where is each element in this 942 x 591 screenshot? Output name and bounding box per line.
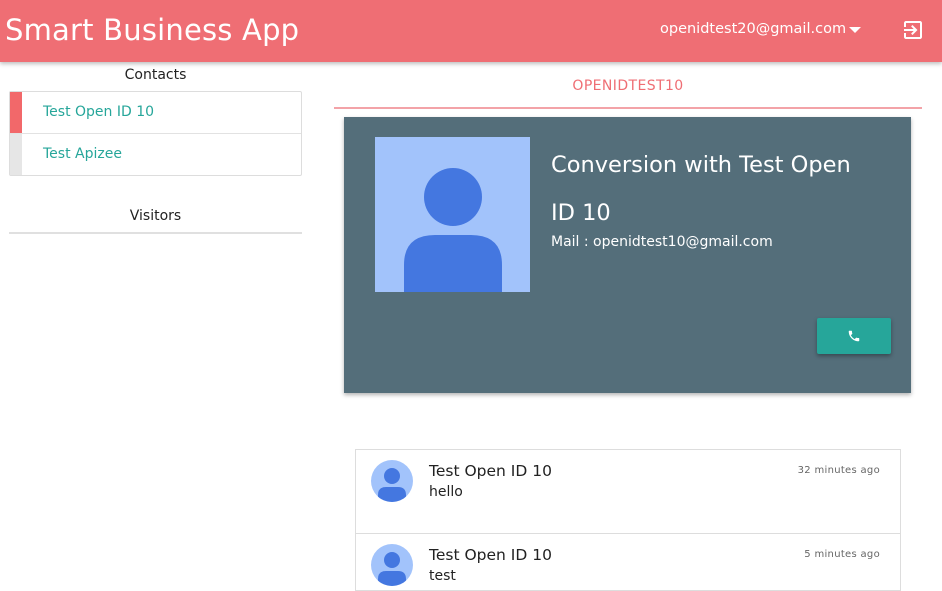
contacts-heading: Contacts (124, 67, 187, 83)
logout-icon[interactable] (901, 18, 925, 42)
contact-name: Test Apizee (43, 146, 122, 162)
avatar-placeholder-icon (375, 137, 530, 292)
message-item: Test Open ID 10 test 5 minutes ago (356, 534, 900, 590)
contact-profile-card: Conversion with Test Open ID 10 Mail : o… (344, 117, 911, 393)
contact-name: Test Open ID 10 (43, 104, 155, 120)
message-time: 5 minutes ago (804, 549, 880, 560)
message-item: Test Open ID 10 hello 32 minutes ago (356, 450, 900, 534)
message-time: 32 minutes ago (797, 465, 880, 476)
tab-openidtest10[interactable]: OPENIDTEST10 (334, 78, 922, 94)
avatar (371, 544, 413, 586)
caret-down-icon[interactable] (849, 27, 861, 33)
app-header: Smart Business App openidtest20@gmail.co… (0, 0, 942, 62)
message-text: hello (429, 484, 463, 500)
visitors-heading: Visitors (129, 208, 182, 224)
message-list: Test Open ID 10 hello 32 minutes ago Tes… (355, 449, 901, 591)
app-title: Smart Business App (5, 13, 300, 47)
message-author: Test Open ID 10 (429, 546, 552, 564)
message-author: Test Open ID 10 (429, 462, 552, 480)
contact-item-test-open-id-10[interactable]: Test Open ID 10 (10, 92, 301, 134)
phone-icon (848, 330, 860, 342)
profile-title: Conversion with Test Open ID 10 (551, 152, 851, 226)
active-indicator (10, 92, 22, 133)
contact-list: Test Open ID 10 Test Apizee (9, 91, 302, 176)
tab-indicator (334, 107, 922, 109)
avatar (371, 460, 413, 502)
call-button[interactable] (817, 318, 891, 354)
contact-item-test-apizee[interactable]: Test Apizee (10, 134, 301, 175)
divider (9, 232, 302, 234)
message-text: test (429, 568, 456, 584)
user-email[interactable]: openidtest20@gmail.com (660, 21, 846, 37)
profile-mail: Mail : openidtest10@gmail.com (551, 234, 773, 250)
inactive-indicator (10, 134, 22, 175)
